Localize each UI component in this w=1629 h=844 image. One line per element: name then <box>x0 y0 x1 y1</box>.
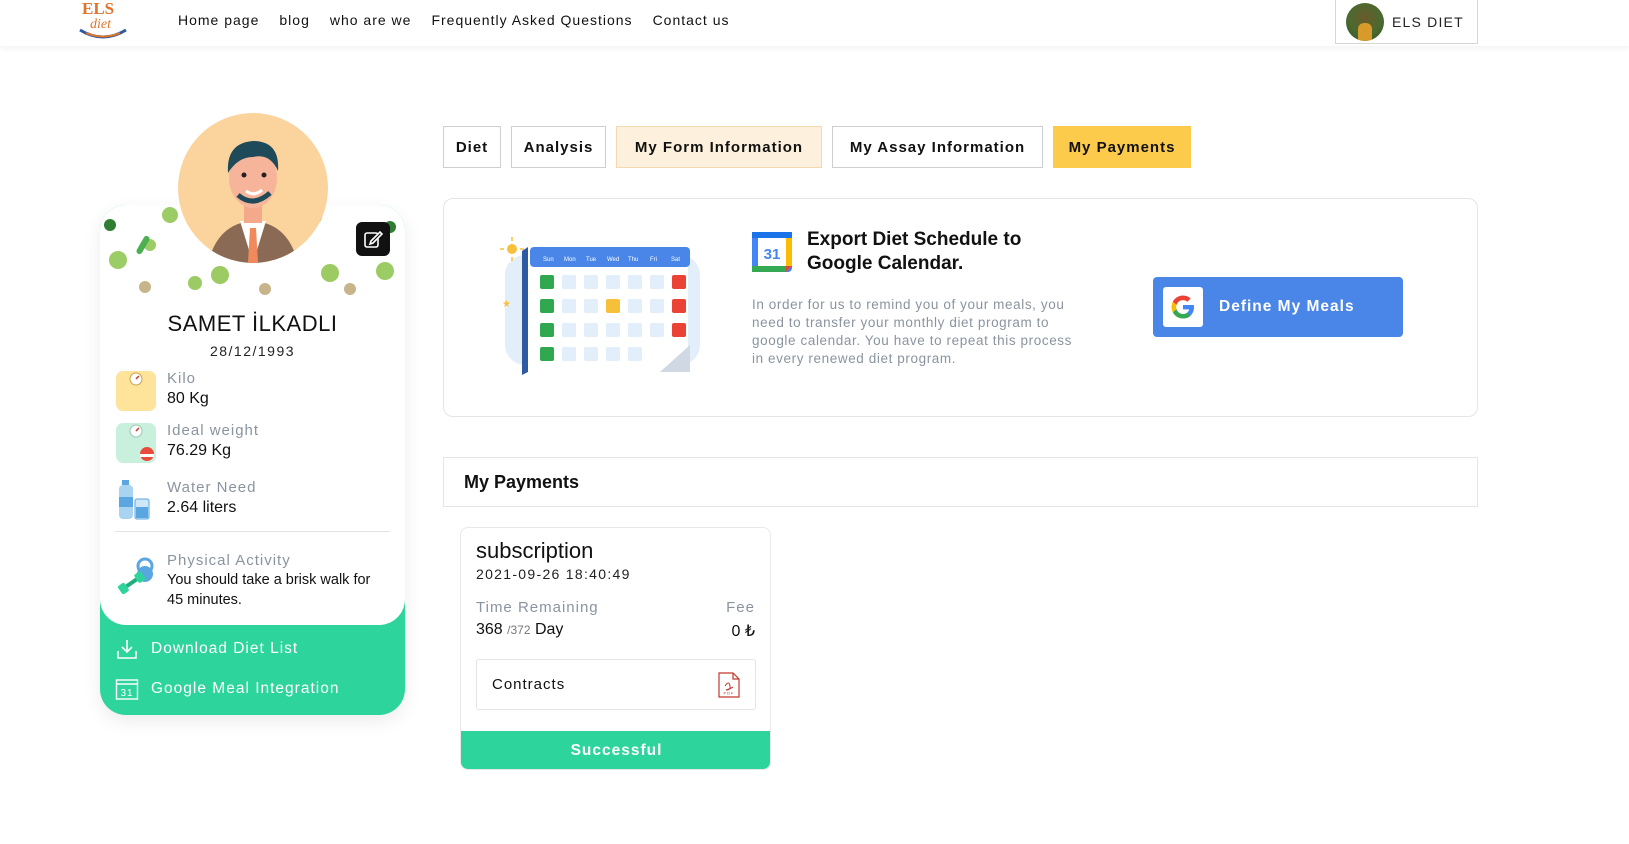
payment-card: subscription 2021-09-26 18:40:49 Time Re… <box>460 527 771 770</box>
user-name: ELS DIET <box>1392 13 1464 30</box>
cal-day-thu: Thu <box>628 257 638 263</box>
svg-text:PDF: PDF <box>724 690 735 695</box>
download-icon <box>117 640 137 659</box>
download-diet-list-label: Download Diet List <box>151 640 299 657</box>
cal-day-sat: Sat <box>671 257 680 263</box>
stat-water-need: Water Need 2.64 liters <box>115 479 256 521</box>
calendar-31-icon: 31 <box>115 679 139 700</box>
svg-text:★: ★ <box>502 299 511 310</box>
logo-text-top: ELS <box>82 0 114 18</box>
cal-day-sun: Sun <box>543 257 554 263</box>
profile-name: SAMET İLKADLI <box>167 311 338 336</box>
scale-icon <box>116 371 156 411</box>
export-description: In order for us to remind you of your me… <box>752 297 1073 366</box>
calendar-illustration: ★ Sun Mon Tue Wed Thu Fri Sat <box>500 237 700 375</box>
profile-divider <box>115 531 390 532</box>
payments-section-header: My Payments <box>443 457 1478 507</box>
google-calendar-icon: 31 <box>752 232 792 272</box>
nav-faq[interactable]: Frequently Asked Questions <box>431 12 632 28</box>
tab-analysis[interactable]: Analysis <box>511 126 606 168</box>
nav-contact[interactable]: Contact us <box>653 12 730 28</box>
svg-text:31: 31 <box>120 688 133 699</box>
payment-type: subscription <box>476 538 594 563</box>
contracts-label: Contracts <box>492 676 566 693</box>
define-my-meals-label: Define My Meals <box>1219 298 1355 315</box>
payment-status-badge: Successful <box>461 731 770 769</box>
google-g-icon <box>1171 295 1194 319</box>
cal-day-tue: Tue <box>586 257 597 263</box>
stat-label: Ideal weight <box>167 422 260 439</box>
profile-dob: 28/12/1993 <box>209 343 296 359</box>
nav-who-are-we[interactable]: who are we <box>330 12 412 28</box>
edit-icon <box>364 230 383 248</box>
time-remaining-label: Time Remaining <box>476 599 599 616</box>
tab-my-payments[interactable]: My Payments <box>1053 126 1191 168</box>
payment-date: 2021-09-26 18:40:49 <box>476 566 631 582</box>
nav-blog[interactable]: blog <box>279 12 309 28</box>
ideal-weight-icon <box>116 423 156 463</box>
user-menu-button[interactable]: ELS DIET <box>1335 0 1478 44</box>
fee-value: 0 ₺ <box>731 623 755 640</box>
day-unit: Day <box>534 621 564 638</box>
stat-label: Water Need <box>167 479 257 496</box>
activity-text: You should take a brisk walk for 45 minu… <box>167 572 371 608</box>
stat-value: 2.64 liters <box>167 499 237 516</box>
user-avatar <box>1346 2 1384 41</box>
activity-label: Physical Activity <box>167 552 291 569</box>
export-title: Export Diet Schedule to Google Calendar. <box>807 229 1022 274</box>
cal-day-wed: Wed <box>607 257 619 263</box>
tab-my-assay-information[interactable]: My Assay Information <box>832 126 1043 168</box>
total-days: /372 <box>507 623 531 637</box>
remaining-days: 368 <box>476 621 503 638</box>
download-diet-list-link[interactable]: Download Diet List <box>115 637 298 661</box>
main-nav: Home page blog who are we Frequently Ask… <box>178 12 730 28</box>
google-logo-box <box>1163 287 1203 327</box>
dumbbell-icon <box>118 557 154 594</box>
stat-physical-activity: Physical Activity You should take a bris… <box>115 552 387 610</box>
define-my-meals-button[interactable]: Define My Meals <box>1153 277 1403 337</box>
stat-ideal-weight: Ideal weight 76.29 Kg <box>115 422 259 464</box>
stat-value: 80 Kg <box>167 390 209 407</box>
logo-text-bottom: diet <box>90 17 112 32</box>
pdf-icon[interactable]: PDF <box>718 671 740 698</box>
contracts-row[interactable]: Contracts PDF <box>476 659 756 710</box>
els-diet-logo[interactable]: ELS diet <box>76 0 130 42</box>
top-header: ELS diet Home page blog who are we Frequ… <box>0 0 1629 46</box>
profile-avatar <box>178 113 328 263</box>
fee-label: Fee <box>726 599 755 616</box>
google-meal-integration-link[interactable]: 31 Google Meal Integration <box>115 677 339 701</box>
nav-home[interactable]: Home page <box>178 12 259 28</box>
cal-day-mon: Mon <box>564 257 576 263</box>
tab-diet[interactable]: Diet <box>443 126 501 168</box>
stat-kilo: Kilo 80 Kg <box>115 370 209 412</box>
water-bottle-icon <box>119 480 150 520</box>
tab-my-form-information[interactable]: My Form Information <box>616 126 822 168</box>
time-remaining-value: 368 /372 Day <box>476 621 563 639</box>
google-meal-integration-label: Google Meal Integration <box>151 680 340 697</box>
stat-value: 76.29 Kg <box>167 442 232 459</box>
stat-label: Kilo <box>167 370 197 387</box>
gcal-number: 31 <box>764 246 781 263</box>
edit-profile-button[interactable] <box>356 222 390 256</box>
cal-day-fri: Fri <box>650 257 657 263</box>
